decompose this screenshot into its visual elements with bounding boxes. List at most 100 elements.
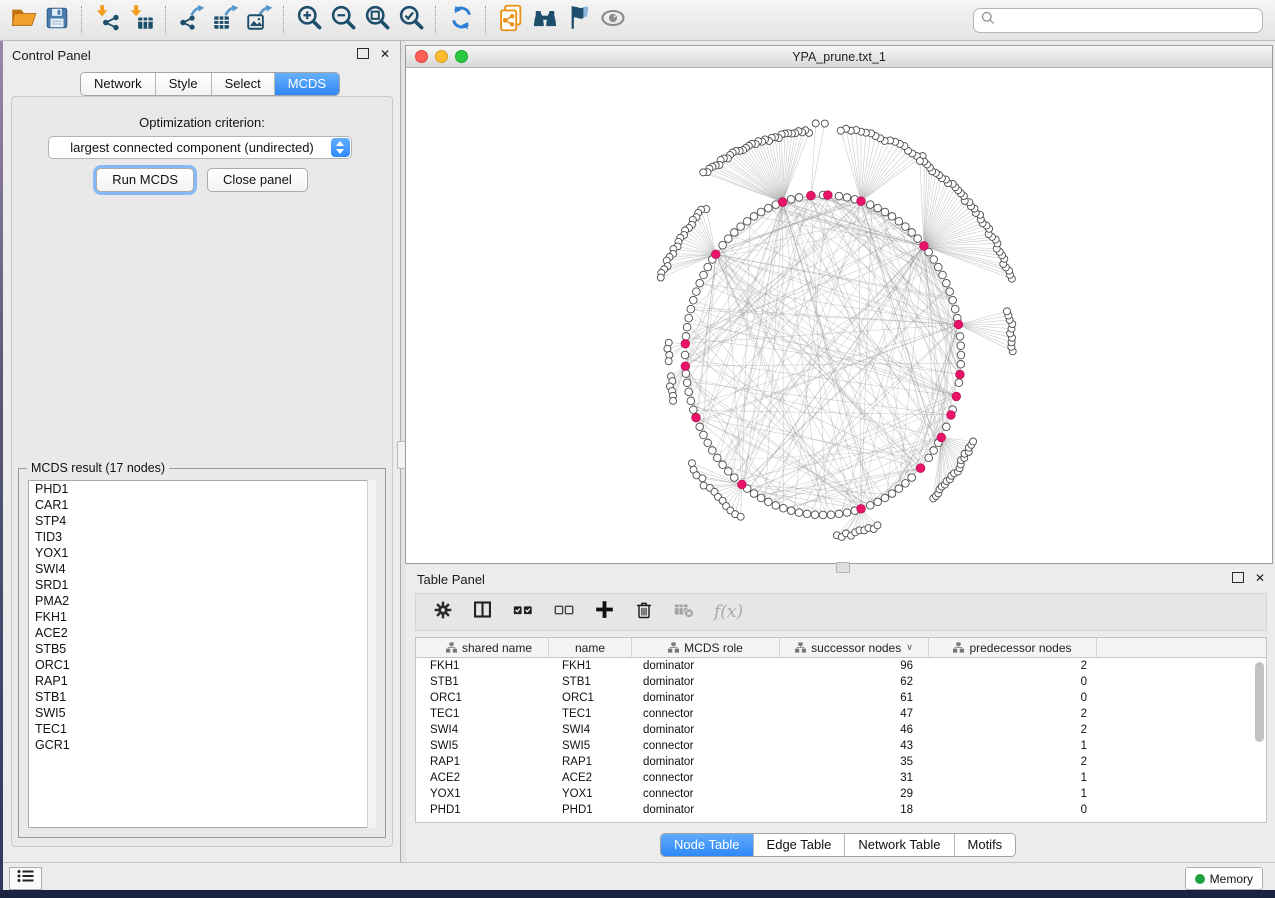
import-table-button[interactable] [124, 3, 158, 37]
search-input[interactable] [996, 10, 1262, 32]
close-panel-icon[interactable]: ✕ [1255, 573, 1265, 583]
export-table-button[interactable] [208, 3, 242, 37]
ring-node[interactable] [925, 454, 933, 462]
mcds-node[interactable] [711, 250, 720, 259]
table-row[interactable]: YOX1 YOX1 connector 29 1 [416, 786, 1266, 802]
ring-node[interactable] [687, 397, 695, 405]
ring-node[interactable] [811, 511, 819, 519]
ring-node[interactable] [795, 194, 803, 202]
ring-node[interactable] [719, 241, 727, 249]
list-item[interactable]: STP4 [29, 513, 375, 529]
close-panel-button[interactable]: Close panel [207, 168, 308, 192]
tab-network[interactable]: Network [81, 73, 156, 95]
ring-node[interactable] [685, 388, 693, 396]
list-item[interactable]: RAP1 [29, 673, 375, 689]
leaf-node[interactable] [812, 120, 819, 127]
column-header-predecessor-nodes[interactable]: predecessor nodes [929, 638, 1097, 657]
ring-node[interactable] [946, 288, 954, 296]
show-details-button[interactable] [596, 3, 630, 37]
table-row[interactable]: FKH1 FKH1 dominator 96 2 [416, 658, 1266, 674]
new-network-from-selection-button[interactable] [494, 3, 528, 37]
deselect-all-button[interactable] [553, 599, 575, 626]
list-item[interactable]: TEC1 [29, 721, 375, 737]
zoom-in-button[interactable] [292, 3, 326, 37]
zoom-out-button[interactable] [326, 3, 360, 37]
ring-node[interactable] [787, 196, 795, 204]
ring-node[interactable] [737, 223, 745, 231]
leaf-node[interactable] [699, 475, 706, 482]
ring-node[interactable] [682, 370, 690, 378]
list-item[interactable]: PMA2 [29, 593, 375, 609]
tab-select[interactable]: Select [212, 73, 275, 95]
save-session-button[interactable] [40, 3, 74, 37]
ring-node[interactable] [757, 208, 765, 216]
export-network-button[interactable] [174, 3, 208, 37]
ring-node[interactable] [957, 361, 965, 369]
ring-node[interactable] [895, 218, 903, 226]
mcds-node[interactable] [916, 464, 925, 473]
mcds-node[interactable] [954, 320, 963, 329]
ring-node[interactable] [843, 509, 851, 517]
ring-node[interactable] [696, 279, 704, 287]
ring-node[interactable] [930, 447, 938, 455]
ring-node[interactable] [955, 379, 963, 387]
ring-node[interactable] [700, 431, 708, 439]
table-row[interactable]: ACE2 ACE2 connector 31 1 [416, 770, 1266, 786]
column-header-successor-nodes[interactable]: successor nodes∨ [780, 638, 929, 657]
ring-node[interactable] [683, 379, 691, 387]
ring-node[interactable] [696, 423, 704, 431]
ring-node[interactable] [908, 474, 916, 482]
list-item[interactable]: FKH1 [29, 609, 375, 625]
open-file-button[interactable] [6, 3, 40, 37]
leaf-node[interactable] [670, 397, 677, 404]
add-column-button[interactable] [594, 599, 615, 625]
list-item[interactable]: ORC1 [29, 657, 375, 673]
ring-node[interactable] [750, 490, 758, 498]
leaf-node[interactable] [700, 169, 707, 176]
list-item[interactable]: YOX1 [29, 545, 375, 561]
ring-node[interactable] [881, 208, 889, 216]
graphics-details-button[interactable] [562, 3, 596, 37]
float-panel-icon[interactable] [357, 48, 369, 59]
list-scrollbar[interactable] [367, 480, 376, 828]
ring-node[interactable] [895, 485, 903, 493]
ring-node[interactable] [704, 263, 712, 271]
run-mcds-button[interactable]: Run MCDS [96, 168, 194, 192]
leaf-node[interactable] [874, 522, 881, 529]
ring-node[interactable] [724, 468, 732, 476]
mcds-node[interactable] [681, 340, 690, 349]
zoom-fit-button[interactable] [360, 3, 394, 37]
ring-node[interactable] [835, 192, 843, 200]
leaf-node[interactable] [821, 120, 828, 127]
mcds-node[interactable] [738, 480, 747, 489]
refresh-layout-button[interactable] [444, 3, 478, 37]
table-row[interactable]: PHD1 PHD1 dominator 18 0 [416, 802, 1266, 818]
table-row[interactable]: STB1 STB1 dominator 62 0 [416, 674, 1266, 690]
list-item[interactable]: ACE2 [29, 625, 375, 641]
close-window-icon[interactable] [415, 50, 428, 63]
zoom-selected-button[interactable] [394, 3, 428, 37]
ring-node[interactable] [874, 204, 882, 212]
ring-node[interactable] [943, 423, 951, 431]
ring-node[interactable] [681, 351, 689, 359]
list-item[interactable]: CAR1 [29, 497, 375, 513]
ring-node[interactable] [881, 494, 889, 502]
mcds-node[interactable] [778, 198, 787, 207]
search-box[interactable] [973, 8, 1263, 33]
ring-node[interactable] [690, 406, 698, 414]
ring-node[interactable] [939, 271, 947, 279]
tab-style[interactable]: Style [156, 73, 212, 95]
mcds-node[interactable] [857, 505, 866, 514]
mcds-node[interactable] [947, 411, 956, 420]
ring-node[interactable] [835, 510, 843, 518]
list-item[interactable]: SRD1 [29, 577, 375, 593]
delete-column-button[interactable] [634, 600, 654, 625]
table-row[interactable]: ORC1 ORC1 dominator 61 0 [416, 690, 1266, 706]
ring-node[interactable] [866, 502, 874, 510]
ring-node[interactable] [902, 223, 910, 231]
network-window-titlebar[interactable]: YPA_prune.txt_1 [406, 46, 1272, 68]
mcds-node[interactable] [824, 191, 833, 200]
maximize-window-icon[interactable] [455, 50, 468, 63]
table-row[interactable]: SWI4 SWI4 dominator 46 2 [416, 722, 1266, 738]
leaf-node[interactable] [665, 358, 672, 365]
